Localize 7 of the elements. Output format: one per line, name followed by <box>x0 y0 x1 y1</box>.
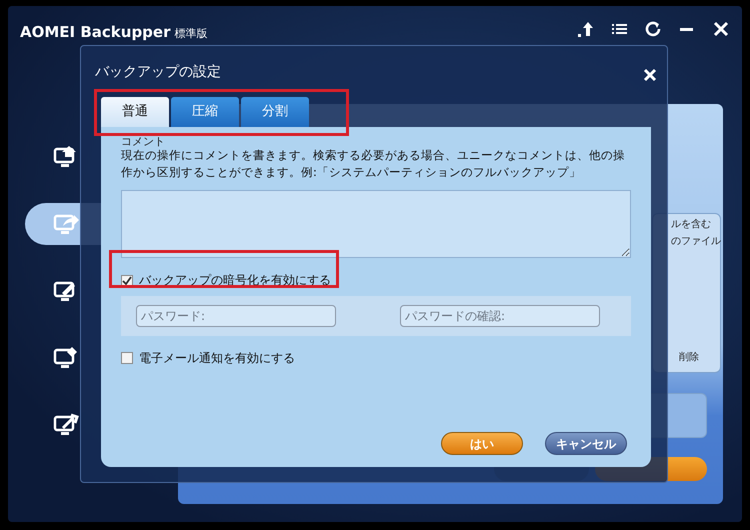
list-text: ルを含む <box>671 218 711 231</box>
comment-help-text: 現在の操作にコメントを書きます。検索する必要がある場合、ユニークなコメントは、他の操作から区別することができます。例:「システムパーティションのフルバックアップ」 <box>121 147 626 180</box>
comment-label: コメント <box>121 136 166 147</box>
edition-label: 標準版 <box>174 27 208 40</box>
app-title: AOMEI Backupper <box>20 23 170 41</box>
list-text: のファイル <box>671 235 721 248</box>
dialog-title: バックアップの設定 <box>95 63 221 82</box>
